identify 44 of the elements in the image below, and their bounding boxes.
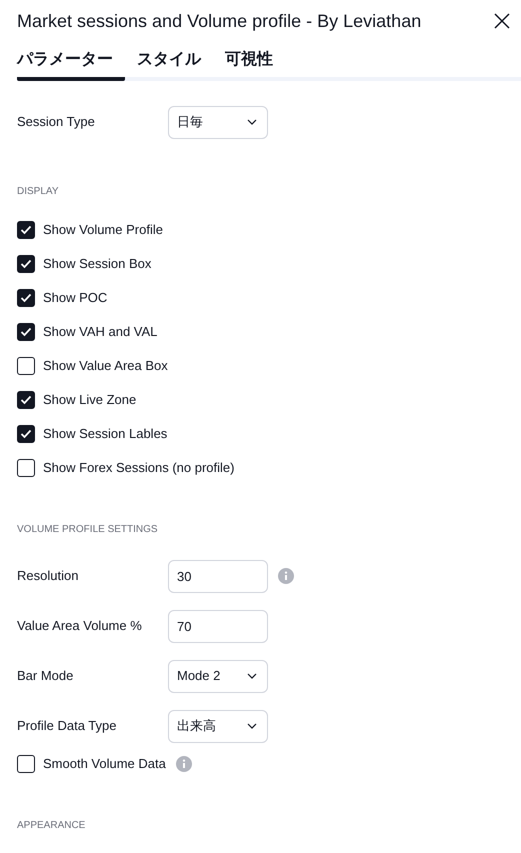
checkbox[interactable] [17,755,35,773]
checkbox-label: Show Session Box [43,255,152,274]
check-icon [20,395,32,405]
checkbox[interactable] [17,459,35,477]
checkbox-label: Smooth Volume Data [43,755,166,774]
checkbox[interactable] [17,289,35,307]
dropdown[interactable]: Mode 2 [168,660,268,692]
checkbox-label: Show VAH and VAL [43,323,158,342]
section-heading: VOLUME PROFILE SETTINGS [17,522,159,536]
section-heading: APPEARANCE [17,818,86,832]
check-icon [20,259,32,269]
chevron-icon [247,723,257,729]
check-icon [20,225,32,235]
checkbox[interactable] [17,323,35,341]
input-field[interactable]: 70 [168,610,268,642]
check-icon [20,327,32,337]
field-label: Session Type [17,113,96,132]
checkbox[interactable] [17,391,35,409]
field-label: Profile Data Type [17,717,118,736]
field-label: Resolution [17,567,80,586]
field-label: Bar Mode [17,667,74,686]
input-field[interactable]: 30 [168,560,268,592]
chevron-icon [247,673,257,679]
tab[interactable]: 可視性 [225,43,285,81]
checkbox[interactable] [17,425,35,443]
checkbox[interactable] [17,357,35,375]
section-heading: DISPLAY [17,184,60,198]
checkbox[interactable] [17,221,35,239]
checkbox[interactable] [17,255,35,273]
tab[interactable]: スタイル [137,43,213,81]
field-label: Value Area Volume % [17,617,143,636]
checkbox-label: Show Forex Sessions (no profile) [43,459,234,478]
check-icon [20,293,32,303]
tab[interactable]: パラメーター [17,43,125,81]
checkbox-label: Show Value Area Box [43,357,168,376]
checkbox-label: Show Volume Profile [43,221,163,240]
checkbox-label: Show Session Lables [43,425,168,444]
dropdown[interactable]: 出来高 [168,710,268,742]
chevron-icon [247,119,257,125]
check-icon [20,429,32,439]
dropdown[interactable]: 日毎 [168,106,268,138]
checkbox-label: Show Live Zone [43,391,136,410]
dialog-title: Market sessions and Volume profile - By Leviathan [17,10,422,33]
checkbox-label: Show POC [43,289,108,308]
